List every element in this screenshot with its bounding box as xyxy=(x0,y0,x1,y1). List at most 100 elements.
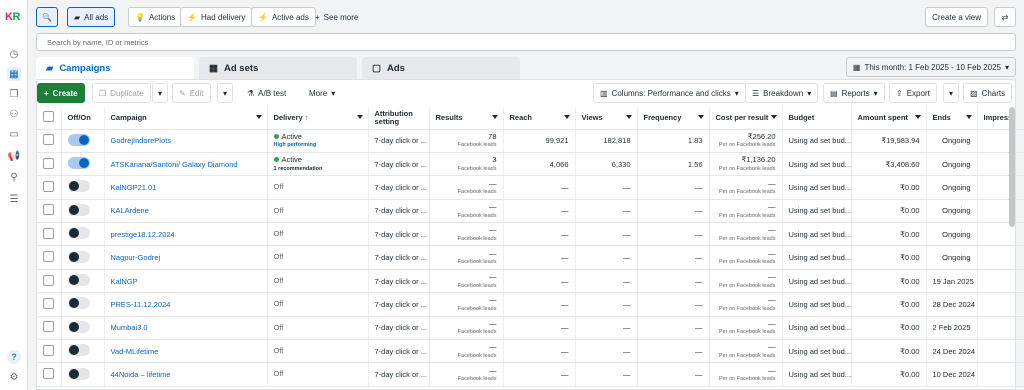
col-header-views[interactable]: Views xyxy=(575,107,638,130)
settings-icon[interactable]: ⚙ xyxy=(7,370,21,384)
budget-cell[interactable]: Using ad set bud... xyxy=(782,292,852,317)
table-scrollbar[interactable] xyxy=(1009,107,1015,227)
breakdown-button[interactable]: ☰ Breakdown ▾ xyxy=(745,83,819,103)
campaign-name-link[interactable]: Nagpur-Godrej xyxy=(104,245,268,270)
col-header-campaign[interactable]: Campaign xyxy=(104,107,268,130)
row-checkbox[interactable] xyxy=(37,362,62,387)
table-grid-icon[interactable]: ▦ xyxy=(7,67,21,81)
campaign-name-link[interactable]: Vad-MLifetime xyxy=(104,339,268,364)
table-row[interactable]: Nagpur-Godrej Off 7-day click or ... — Faceb… xyxy=(37,245,1024,270)
speedometer-icon[interactable]: ◷ xyxy=(7,47,21,61)
budget-cell[interactable]: Using ad set bud... xyxy=(782,152,852,177)
had-delivery-button[interactable]: ⚡ Had delivery xyxy=(180,7,253,27)
row-checkbox[interactable] xyxy=(37,292,62,317)
campaign-toggle[interactable] xyxy=(61,175,105,200)
row-checkbox[interactable] xyxy=(37,316,62,341)
create-view-button[interactable]: Create a view xyxy=(925,7,988,27)
row-checkbox[interactable] xyxy=(37,222,62,247)
table-row[interactable]: PRES-11.12.2024 Off 7-day click or ... — Fac… xyxy=(37,292,1024,317)
table-row[interactable]: KALArdene Off 7-day click or ... — Facebook … xyxy=(37,199,1024,224)
export-dropdown[interactable]: ▾ xyxy=(943,83,960,103)
row-checkbox[interactable] xyxy=(37,339,62,364)
budget-cell[interactable]: Using ad set bud... xyxy=(782,269,852,294)
search-toggle-button[interactable]: 🔍 xyxy=(36,7,58,27)
table-row[interactable]: 44Noida – lifetime Off 7-day click or ... —… xyxy=(37,362,1024,387)
see-more-button[interactable]: + See more xyxy=(308,7,365,27)
delivery-substatus[interactable]: 1 recommendation xyxy=(274,166,362,172)
tab-campaigns[interactable]: ▰ Campaigns xyxy=(36,57,194,79)
table-row[interactable]: prestige18.12.2024 Off 7-day click or ... —… xyxy=(37,222,1024,247)
more-button[interactable]: More ▾ xyxy=(302,83,342,103)
row-checkbox[interactable] xyxy=(37,269,62,294)
ab-test-button[interactable]: ⚗ A/B test xyxy=(240,83,293,103)
table-row[interactable]: ATSKanana/Santoni/ Galaxy Diamond Active 1… xyxy=(37,152,1024,177)
menu-icon[interactable]: ☰ xyxy=(7,192,21,206)
campaign-toggle[interactable] xyxy=(61,152,105,177)
megaphone-icon[interactable]: 📢 xyxy=(7,149,21,163)
table-row[interactable]: Mumbai3.0 Off 7-day click or ... — Facebook … xyxy=(37,316,1024,341)
row-checkbox[interactable] xyxy=(37,175,62,200)
columns-button[interactable]: ▥ Columns: Performance and clicks ▾ xyxy=(593,83,746,103)
budget-cell[interactable]: Using ad set bud... xyxy=(782,129,852,153)
row-checkbox[interactable] xyxy=(37,129,62,153)
swap-view-button[interactable]: ⇄ xyxy=(994,7,1016,27)
all-ads-button[interactable]: ▰ All ads xyxy=(67,7,116,27)
budget-cell[interactable]: Using ad set bud... xyxy=(782,199,852,224)
search-input[interactable]: Search by name, ID or metrics xyxy=(36,33,1016,51)
campaign-name-link[interactable]: 44Noida – lifetime xyxy=(104,362,268,387)
reports-button[interactable]: ▤ Reports ▾ xyxy=(823,83,885,103)
budget-cell[interactable]: Using ad set bud... xyxy=(782,316,852,341)
delivery-substatus[interactable]: High performing xyxy=(274,142,362,148)
brand-logo[interactable]: KR xyxy=(5,11,20,23)
budget-cell[interactable]: Using ad set bud... xyxy=(782,175,852,200)
campaign-name-link[interactable]: GodrejIndorePlots xyxy=(104,129,268,153)
campaign-toggle[interactable] xyxy=(61,199,105,224)
campaign-toggle[interactable] xyxy=(61,129,105,153)
col-header-amount-spent[interactable]: Amount spent xyxy=(851,107,927,130)
campaign-name-link[interactable]: KalNGP21.01 xyxy=(104,175,268,200)
table-row[interactable]: KalNGP Off 7-day click or ... — Facebook lea… xyxy=(37,269,1024,294)
duplicate-dropdown[interactable]: ▾ xyxy=(152,83,169,103)
col-header-cost-per-result[interactable]: Cost per result xyxy=(709,107,783,130)
campaign-toggle[interactable] xyxy=(61,269,105,294)
export-button[interactable]: ⇪ Export xyxy=(889,83,937,103)
campaign-name-link[interactable]: PRES-11.12.2024 xyxy=(104,292,268,317)
budget-cell[interactable]: Using ad set bud... xyxy=(782,339,852,364)
campaign-name-link[interactable]: ATSKanana/Santoni/ Galaxy Diamond xyxy=(104,152,268,177)
active-ads-button[interactable]: ⚡ Active ads xyxy=(251,7,316,27)
col-header-budget[interactable]: Budget xyxy=(782,107,852,130)
campaign-toggle[interactable] xyxy=(61,292,105,317)
campaign-name-link[interactable]: KalNGP xyxy=(104,269,268,294)
help-icon[interactable]: ? xyxy=(7,350,21,364)
col-header-reach[interactable]: Reach xyxy=(503,107,576,130)
billing-card-icon[interactable]: ▭ xyxy=(7,127,21,141)
col-header-delivery[interactable]: Delivery ↑ xyxy=(267,107,369,130)
create-button[interactable]: + Create xyxy=(37,83,85,103)
col-header-frequency[interactable]: Frequency xyxy=(637,107,710,130)
table-row[interactable]: Vad-MLifetime Off 7-day click or ... — Faceb… xyxy=(37,339,1024,364)
table-row[interactable]: GodrejIndorePlots Active High performing 7-… xyxy=(37,129,1024,153)
edit-button[interactable]: ✎ Edit xyxy=(172,83,211,103)
row-checkbox[interactable] xyxy=(37,245,62,270)
campaign-toggle[interactable] xyxy=(61,316,105,341)
budget-cell[interactable]: Using ad set bud... xyxy=(782,362,852,387)
audience-icon[interactable]: ⚇ xyxy=(7,107,21,121)
col-header-ends[interactable]: Ends xyxy=(926,107,978,130)
col-header-off-on[interactable]: Off/On xyxy=(61,107,105,130)
pages-icon[interactable]: ❐ xyxy=(7,87,21,101)
duplicate-button[interactable]: ❐ Duplicate xyxy=(92,83,151,103)
col-header-results[interactable]: Results xyxy=(429,107,504,130)
campaign-toggle[interactable] xyxy=(61,245,105,270)
row-checkbox[interactable] xyxy=(37,199,62,224)
charts-button[interactable]: ▨ Charts xyxy=(963,83,1013,103)
budget-cell[interactable]: Using ad set bud... xyxy=(782,222,852,247)
table-row[interactable]: KalNGP21.01 Off 7-day click or ... — Faceboo… xyxy=(37,175,1024,200)
campaign-name-link[interactable]: prestige18.12.2024 xyxy=(104,222,268,247)
campaign-toggle[interactable] xyxy=(61,362,105,387)
row-checkbox[interactable] xyxy=(37,152,62,177)
campaign-name-link[interactable]: KALArdene xyxy=(104,199,268,224)
tab-ad-sets[interactable]: ▦ Ad sets xyxy=(199,57,357,79)
campaign-toggle[interactable] xyxy=(61,222,105,247)
date-range-picker[interactable]: ▦ This month: 1 Feb 2025 - 10 Feb 2025 ▾ xyxy=(845,57,1016,77)
budget-cell[interactable]: Using ad set bud... xyxy=(782,245,852,270)
